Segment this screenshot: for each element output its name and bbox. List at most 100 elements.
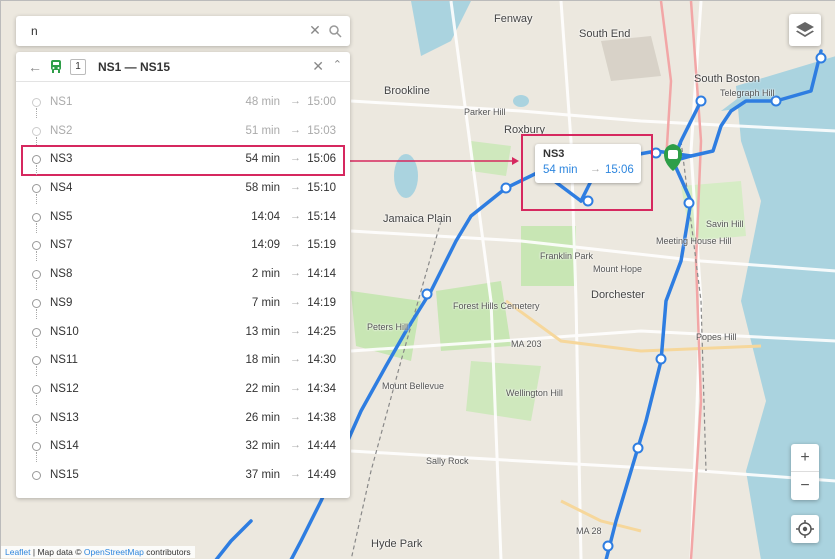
stop-connector	[36, 394, 37, 405]
stop-name: NS8	[50, 268, 73, 281]
stop-time: 15:14	[307, 210, 336, 223]
stop-time: 14:19	[307, 296, 336, 309]
stop-name: NS11	[50, 354, 78, 367]
stop-row[interactable]: NS4 58 min → 15:10	[16, 175, 350, 205]
stop-duration: 51 min	[245, 124, 280, 137]
leaflet-link[interactable]: Leaflet	[5, 547, 31, 557]
stop-dot-icon	[32, 241, 41, 251]
stop-name: NS2	[50, 124, 73, 137]
arrow-right-icon: →	[290, 381, 301, 394]
map-label: Forest Hills Cemetery	[453, 301, 540, 311]
stop-name: NS4	[50, 182, 73, 195]
stop-connector	[36, 222, 37, 233]
popup-time: 15:06	[605, 164, 634, 176]
stop-dot-icon	[32, 155, 41, 165]
stop-name: NS14	[50, 440, 79, 453]
stop-connector	[36, 452, 37, 463]
arrow-right-icon: →	[290, 324, 301, 337]
stop-duration: 14:09	[251, 239, 280, 252]
zoom-control: + −	[791, 444, 819, 500]
stop-dot-icon	[32, 184, 41, 194]
map-label: Meeting House Hill	[656, 236, 732, 246]
map-label: Popes Hill	[696, 332, 737, 342]
stop-dot-icon	[32, 298, 41, 308]
stop-time: 15:19	[307, 239, 336, 252]
stop-row[interactable]: NS7 14:09 → 15:19	[16, 232, 350, 262]
stop-row[interactable]: NS12 22 min → 14:34	[16, 376, 350, 405]
stop-time: 14:49	[307, 468, 336, 481]
stop-connector	[36, 366, 37, 377]
osm-link[interactable]: OpenStreetMap	[84, 547, 144, 557]
clear-search-icon[interactable]: ✕	[308, 23, 322, 37]
layers-button[interactable]	[789, 14, 821, 46]
stop-row[interactable]: NS8 2 min → 14:14	[16, 261, 350, 291]
stop-popup-highlight: NS3 54 min → 15:06	[521, 134, 653, 211]
stop-dot-icon	[32, 413, 41, 423]
stop-time: 15:10	[307, 182, 336, 195]
arrow-right-icon: →	[290, 295, 301, 308]
stop-duration: 26 min	[245, 411, 280, 424]
stop-duration: 54 min	[245, 153, 280, 166]
chevron-up-icon[interactable]: ⌃	[333, 58, 342, 71]
stop-duration: 32 min	[245, 440, 280, 453]
zoom-in-button[interactable]: +	[791, 444, 819, 472]
stop-connector	[36, 108, 37, 118]
stop-dot-icon	[32, 442, 41, 452]
bus-icon	[51, 60, 61, 73]
stop-row[interactable]: NS5 14:04 → 15:14	[16, 204, 350, 233]
stop-duration: 14:04	[251, 210, 280, 223]
map-label: Peters Hill	[367, 322, 409, 332]
back-arrow-icon[interactable]: ←	[28, 60, 42, 74]
stop-row[interactable]: NS13 26 min → 14:38	[16, 405, 350, 434]
stop-list: NS1 48 min → 15:00 NS2 51 min → 15:03 NS3 54 min →…	[16, 89, 350, 491]
arrow-right-icon: →	[290, 439, 301, 452]
map-label: Sally Rock	[426, 456, 469, 466]
stop-name: NS9	[50, 296, 73, 309]
stop-duration: 7 min	[251, 296, 280, 309]
layers-icon	[796, 22, 814, 37]
stop-dot-icon	[32, 327, 41, 337]
stop-duration: 37 min	[245, 468, 280, 481]
zoom-out-button[interactable]: −	[791, 472, 819, 500]
map-label: Mount Bellevue	[382, 381, 445, 391]
stop-time: 15:00	[307, 96, 336, 108]
stop-name: NS12	[50, 382, 79, 395]
stop-time: 14:34	[307, 382, 336, 395]
stop-name: NS10	[50, 325, 79, 338]
stop-connector	[36, 251, 37, 262]
popup-duration: 54 min	[543, 164, 578, 176]
search-input[interactable]: n	[31, 24, 38, 38]
stop-row[interactable]: NS14 32 min → 14:44	[16, 433, 350, 463]
stop-name: NS15	[50, 468, 79, 481]
stop-name: NS7	[50, 239, 73, 252]
stop-dot-icon	[32, 356, 41, 366]
stop-duration: 18 min	[245, 354, 280, 367]
stop-row[interactable]: NS1 48 min → 15:00	[16, 89, 350, 118]
stop-name: NS13	[50, 411, 79, 424]
route-number-badge: 1	[70, 59, 86, 75]
search-box[interactable]: n ✕	[16, 16, 350, 46]
map-label: MA 28	[576, 526, 602, 536]
attribution-text: contributors	[143, 547, 191, 557]
arrow-right-icon: →	[290, 467, 301, 480]
stop-duration: 22 min	[245, 382, 280, 395]
map-label: Wellington Hill	[506, 388, 563, 398]
map-attribution: Leaflet | Map data © OpenStreetMap contr…	[1, 546, 195, 558]
attribution-text: | Map data ©	[30, 547, 84, 557]
stop-popup[interactable]: NS3 54 min → 15:06	[535, 144, 641, 183]
search-icon[interactable]	[328, 24, 342, 38]
stop-row[interactable]: NS2 51 min → 15:03	[16, 118, 350, 147]
arrow-right-icon: →	[290, 267, 301, 280]
map-label: Jamaica Plain	[383, 213, 452, 225]
stop-dot-icon	[32, 270, 41, 280]
close-icon[interactable]: ✕	[312, 59, 324, 73]
stop-row[interactable]: NS11 18 min → 14:30	[16, 347, 350, 377]
stop-row[interactable]: NS10 13 min → 14:25	[16, 319, 350, 348]
locate-button[interactable]	[791, 515, 819, 543]
stop-row[interactable]: NS3 54 min → 15:06	[21, 145, 345, 177]
stop-row[interactable]: NS15 37 min → 14:49	[16, 462, 350, 491]
stop-row[interactable]: NS9 7 min → 14:19	[16, 290, 350, 319]
popup-stop-name: NS3	[543, 148, 565, 160]
route-panel: ← 1 NS1 — NS15 ✕ ⌃ NS1 48 min → 15:00 NS2 51 …	[16, 52, 350, 498]
arrow-right-icon: →	[290, 353, 301, 366]
